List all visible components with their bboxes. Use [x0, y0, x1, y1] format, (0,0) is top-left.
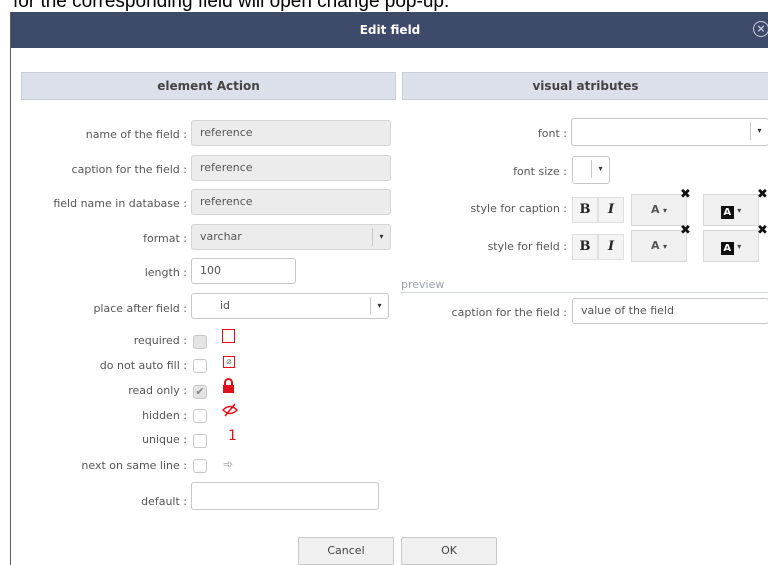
preview-title: preview [401, 278, 445, 291]
chevron-down-icon[interactable]: ▾ [591, 160, 609, 178]
ok-button[interactable]: OK [401, 537, 497, 565]
font-color-icon: A [650, 239, 660, 252]
format-label: format : [143, 232, 187, 245]
no-fill-icon: ⌀ [223, 356, 235, 368]
section-header-visual-attributes: visual atributes [402, 72, 768, 100]
remove-background-icon[interactable]: ✖ [757, 188, 768, 201]
read-only-checkbox[interactable]: ✔ [193, 385, 207, 399]
field-background-color-button[interactable]: A ▾ [703, 230, 759, 262]
place-after-field-value: id [220, 299, 231, 312]
preview-divider [401, 292, 768, 293]
arrow-right-icon: ➾ [223, 457, 234, 471]
chevron-down-icon[interactable]: ▾ [370, 297, 388, 315]
name-of-field-input[interactable]: reference [191, 120, 391, 146]
caption-italic-button[interactable]: I [598, 197, 624, 223]
style-for-caption-label: style for caption : [470, 202, 567, 215]
caption-for-field-label: caption for the field : [71, 163, 187, 176]
field-name-in-database-label: field name in database : [53, 197, 187, 210]
default-input[interactable] [191, 482, 379, 510]
edit-field-dialog: Edit field × element Action name of the … [10, 12, 768, 565]
chevron-down-icon[interactable]: ▾ [750, 122, 768, 140]
preview-field-value: value of the field [572, 298, 768, 324]
place-after-field-select[interactable]: id ▾ [191, 293, 389, 319]
preview-caption-label: caption for the field : [451, 306, 567, 319]
remove-color-icon[interactable]: ✖ [680, 188, 691, 201]
hidden-label: hidden : [142, 409, 187, 422]
name-of-field-label: name of the field : [85, 128, 187, 141]
caption-background-color-button[interactable]: A ▾ [703, 194, 759, 226]
dialog-title: Edit field [359, 23, 421, 37]
background-color-icon: A [720, 206, 734, 219]
font-label: font : [537, 127, 567, 140]
caret-down-icon: ▾ [737, 206, 742, 215]
caret-down-icon: ▾ [663, 206, 668, 215]
default-label: default : [141, 495, 187, 508]
background-color-icon: A [720, 242, 734, 255]
caption-for-field-input[interactable]: reference [191, 155, 391, 181]
dialog-titlebar: Edit field × [11, 12, 768, 48]
unique-label: unique : [142, 433, 187, 446]
field-bold-button[interactable]: B [572, 234, 598, 260]
required-checkbox[interactable] [193, 335, 207, 349]
unique-checkbox[interactable] [193, 434, 207, 448]
caret-down-icon: ▾ [663, 242, 668, 251]
field-font-color-button[interactable]: A ▾ [631, 230, 687, 262]
close-icon[interactable]: × [753, 21, 768, 37]
length-label: length : [144, 266, 187, 279]
field-name-in-database-input[interactable]: reference [191, 189, 391, 215]
do-not-auto-fill-label: do not auto fill : [99, 359, 187, 372]
chevron-down-icon[interactable]: ▾ [372, 228, 390, 246]
unique-number-icon: 1 [228, 428, 237, 444]
caption-bold-button[interactable]: B [572, 197, 598, 223]
top-caption: for the corresponding field will open ch… [13, 0, 450, 12]
format-select-value: varchar [200, 230, 242, 243]
length-input[interactable]: 100 [191, 258, 296, 284]
font-color-icon: A [650, 203, 660, 216]
read-only-label: read only : [128, 384, 187, 397]
font-select[interactable]: ▾ [571, 118, 768, 146]
eye-slash-icon [222, 403, 238, 417]
format-select[interactable]: varchar ▾ [191, 224, 391, 250]
remove-color-icon[interactable]: ✖ [680, 224, 691, 237]
lock-icon [223, 378, 234, 393]
next-on-same-line-label: next on same line : [81, 459, 187, 472]
remove-background-icon[interactable]: ✖ [757, 224, 768, 237]
required-square-icon [222, 329, 235, 343]
hidden-checkbox[interactable] [193, 409, 207, 423]
place-after-field-label: place after field : [93, 302, 187, 315]
cancel-button[interactable]: Cancel [298, 537, 394, 565]
caption-font-color-button[interactable]: A ▾ [631, 194, 687, 226]
font-size-label: font size : [513, 165, 567, 178]
do-not-auto-fill-checkbox[interactable] [193, 359, 207, 373]
caret-down-icon: ▾ [737, 242, 742, 251]
font-size-select[interactable]: ▾ [572, 156, 610, 184]
field-italic-button[interactable]: I [598, 234, 624, 260]
section-header-element-action: element Action [21, 72, 396, 100]
next-on-same-line-checkbox[interactable] [193, 459, 207, 473]
required-label: required : [133, 334, 187, 347]
style-for-field-label: style for field : [487, 240, 567, 253]
